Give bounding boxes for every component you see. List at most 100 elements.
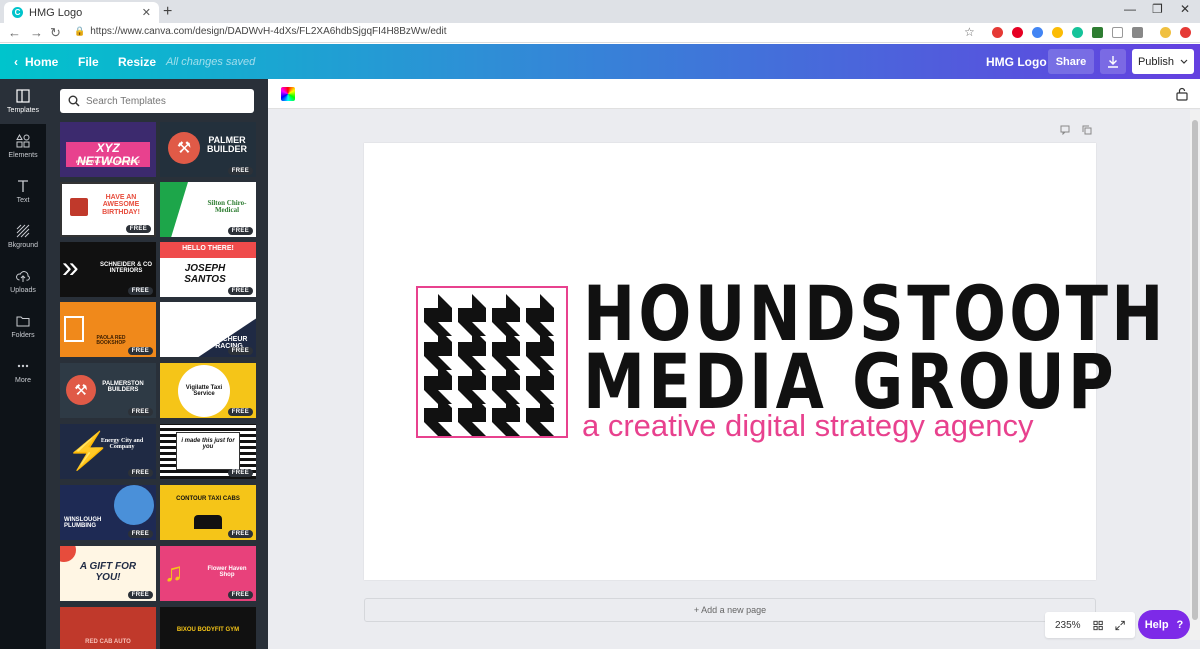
rail-background-label: Bkground: [8, 242, 38, 249]
logo-tagline[interactable]: a creative digital strategy agency: [582, 409, 1033, 443]
free-badge: FREE: [227, 227, 253, 235]
free-badge: FREE: [127, 530, 153, 538]
duplicate-page-icon[interactable]: [1082, 125, 1092, 135]
template-card[interactable]: XYZ NETWORK PRESENTED BY CIA RODRIGUEZ: [60, 122, 156, 177]
template-title: WINSLOUGH PLUMBING: [64, 517, 102, 530]
fullscreen-icon[interactable]: [1115, 620, 1125, 631]
template-card[interactable]: i made this just for you FREE: [160, 424, 256, 479]
reload-icon[interactable]: ↻: [50, 25, 61, 41]
template-card[interactable]: BIXOU BODYFIT GYM: [160, 607, 256, 649]
template-card[interactable]: » SCHNEIDER & CO INTERIORS FREE: [60, 242, 156, 297]
notes-icon[interactable]: [1060, 125, 1070, 135]
template-card[interactable]: ⚒ PALMERSTON BUILDERS FREE: [60, 363, 156, 418]
grid-view-icon[interactable]: [1093, 620, 1103, 631]
more-dots-icon: [17, 364, 29, 368]
template-title: SCHNEIDER & CO INTERIORS: [99, 262, 152, 275]
free-badge: FREE: [127, 591, 153, 599]
rail-templates[interactable]: Templates: [0, 79, 46, 124]
rail-more[interactable]: More: [0, 349, 46, 394]
url-field[interactable]: 🔒 https://www.canva.com/design/DADWvH-4d…: [74, 26, 446, 37]
bookmark-star-icon[interactable]: ☆: [964, 25, 975, 39]
vertical-scrollbar[interactable]: [1190, 110, 1200, 640]
template-card[interactable]: HELLO THERE! JOSEPH SANTOS FREE: [160, 242, 256, 297]
upload-cloud-icon: [16, 271, 30, 282]
hammer-logo-icon: ⚒: [168, 132, 200, 164]
file-menu-button[interactable]: File: [78, 44, 99, 79]
restore-icon[interactable]: ❐: [1152, 2, 1163, 16]
side-rail: Templates Elements Text Bkground Uploads…: [0, 79, 46, 649]
rail-text[interactable]: Text: [0, 169, 46, 214]
template-card[interactable]: ♫ Flower Haven Shop FREE: [160, 546, 256, 601]
template-title: PALMER BUILDER: [207, 135, 247, 155]
template-card[interactable]: MILCHEUR RACING FREE: [160, 302, 256, 357]
minimize-icon[interactable]: —: [1124, 2, 1136, 16]
close-window-icon[interactable]: ✕: [1180, 2, 1190, 16]
back-icon[interactable]: ←: [8, 25, 21, 40]
extension-icon[interactable]: [1112, 27, 1123, 38]
publish-label: Publish: [1137, 55, 1175, 68]
canva-favicon-icon: C: [12, 7, 23, 18]
template-card[interactable]: RED CAB AUTO: [60, 607, 156, 649]
adblock-extension-icon[interactable]: [992, 27, 1003, 38]
template-title: PAOLA RED BOOKSHOP: [96, 335, 126, 347]
rail-folders[interactable]: Folders: [0, 304, 46, 349]
extension-icon[interactable]: [1052, 27, 1063, 38]
rail-elements-label: Elements: [8, 152, 38, 159]
profile-avatar[interactable]: [1160, 27, 1171, 38]
template-card[interactable]: PAOLA RED BOOKSHOP FREE: [60, 302, 156, 357]
template-subtitle: PRESENTED BY CIA RODRIGUEZ: [75, 159, 140, 164]
free-badge: FREE: [127, 347, 153, 355]
free-badge: FREE: [127, 287, 153, 295]
template-card[interactable]: ⚒ PALMER BUILDER FREE: [160, 122, 256, 177]
template-card[interactable]: WINSLOUGH PLUMBING FREE: [60, 485, 156, 540]
houndstooth-logo-mark[interactable]: [416, 286, 568, 438]
editor-toolbar: [268, 79, 1200, 109]
share-button[interactable]: Share: [1048, 49, 1094, 74]
help-button[interactable]: Help ?: [1138, 610, 1190, 639]
rail-elements[interactable]: Elements: [0, 124, 46, 169]
template-card[interactable]: Silton Chiro-Medical FREE: [160, 182, 256, 237]
pinterest-extension-icon[interactable]: [1012, 27, 1023, 38]
zoom-level[interactable]: 235%: [1055, 620, 1081, 631]
address-bar: ← → ↻ 🔒 https://www.canva.com/design/DAD…: [0, 23, 1200, 43]
close-tab-icon[interactable]: ✕: [142, 6, 151, 19]
chevron-pattern-decoration: »: [62, 251, 79, 284]
zoom-control[interactable]: 235%: [1045, 612, 1135, 638]
search-templates[interactable]: [60, 89, 254, 113]
download-button[interactable]: [1100, 49, 1126, 74]
browser-tab[interactable]: C HMG Logo ✕: [4, 2, 159, 23]
add-page-button[interactable]: + Add a new page: [364, 598, 1096, 622]
publish-button[interactable]: Publish: [1132, 49, 1194, 74]
extension-icon[interactable]: [1092, 27, 1103, 38]
search-input[interactable]: [86, 95, 246, 107]
template-card[interactable]: ⚡ Energy City and Company FREE: [60, 424, 156, 479]
template-card[interactable]: HAVE AN AWESOME BIRTHDAY! FREE: [60, 182, 156, 237]
save-status: All changes saved: [166, 55, 256, 68]
grammarly-extension-icon[interactable]: [1072, 27, 1083, 38]
rail-uploads[interactable]: Uploads: [0, 259, 46, 304]
rail-background[interactable]: Bkground: [0, 214, 46, 259]
home-button[interactable]: ‹ Home: [14, 44, 58, 79]
template-card[interactable]: A GIFT FOR YOU! FREE: [60, 546, 156, 601]
free-badge: FREE: [227, 469, 253, 477]
extension-icon[interactable]: [1180, 27, 1191, 38]
text-icon: [18, 180, 28, 192]
resize-button[interactable]: Resize: [118, 44, 156, 79]
free-badge: FREE: [227, 287, 253, 295]
document-title[interactable]: HMG Logo: [986, 44, 1047, 79]
chevron-down-icon: [1180, 59, 1188, 64]
template-card[interactable]: Vigilatte Taxi Service FREE: [160, 363, 256, 418]
new-tab-button[interactable]: +: [163, 3, 172, 21]
color-picker-swatch[interactable]: [281, 87, 295, 101]
template-title: Silton Chiro-Medical: [207, 199, 247, 215]
scrollbar-thumb[interactable]: [1192, 120, 1198, 620]
lock-icon[interactable]: [1176, 87, 1188, 101]
extension-icon[interactable]: [1032, 27, 1043, 38]
forward-icon[interactable]: →: [30, 25, 43, 40]
url-text: https://www.canva.com/design/DADWvH-4dXs…: [90, 26, 447, 37]
folder-icon: [16, 316, 30, 327]
camera-extension-icon[interactable]: [1132, 27, 1143, 38]
template-title: HAVE AN AWESOME BIRTHDAY!: [102, 194, 140, 216]
template-card[interactable]: CONTOUR TAXI CABS FREE: [160, 485, 256, 540]
free-badge: FREE: [127, 469, 153, 477]
